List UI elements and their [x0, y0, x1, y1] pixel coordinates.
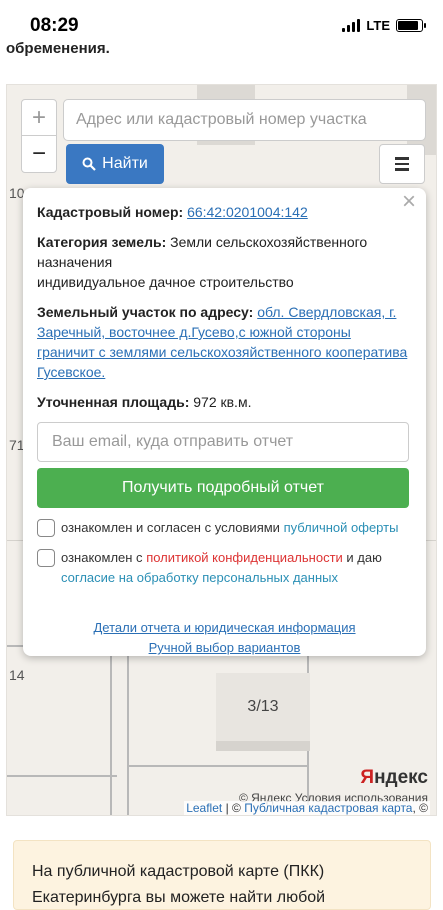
map-attribution: Leaflet | © Публичная кадастровая карта,… — [184, 801, 430, 815]
address-label: Земельный участок по адресу: — [37, 304, 254, 320]
personal-data-consent-link[interactable]: согласие на обработку персональных данны… — [61, 570, 338, 585]
category-label: Категория земель: — [37, 234, 167, 250]
close-icon[interactable]: × — [402, 190, 416, 214]
consent-offer-row: ознакомлен и согласен с условиями публич… — [37, 518, 412, 538]
zoom-in-button[interactable]: + — [22, 100, 56, 136]
consent-privacy-text-b: и даю — [342, 550, 382, 565]
area-row: Уточненная площадь: 972 кв.м. — [37, 392, 412, 412]
email-input[interactable]: Ваш email, куда отправить отчет — [37, 422, 409, 462]
info-line: На публичной кадастровой карте (ПКК) — [32, 863, 325, 880]
category-row: Категория земель: Земли сельскохозяйстве… — [37, 232, 412, 292]
menu-button[interactable] — [379, 144, 425, 184]
consent-offer-text: ознакомлен и согласен с условиями — [61, 520, 284, 535]
yandex-logo[interactable]: Яндекс — [360, 767, 428, 789]
page-top-text: обременения. — [6, 40, 110, 57]
consent-privacy-checkbox[interactable] — [37, 549, 55, 567]
cadastral-map[interactable]: 10 71 14 + − Адрес или кадастровый номер… — [6, 84, 437, 816]
usage-value: индивидуальное дачное строительство — [37, 274, 294, 290]
zoom-control: + − — [21, 99, 57, 173]
leaflet-link[interactable]: Leaflet — [186, 801, 222, 815]
address-row: Земельный участок по адресу: обл. Свердл… — [37, 302, 412, 382]
parcel-popup: × Кадастровый номер: 66:42:0201004:142 К… — [23, 188, 426, 656]
consent-offer-checkbox[interactable] — [37, 519, 55, 537]
map-parcel-label: 14 — [9, 667, 25, 683]
pkk-link[interactable]: Публичная кадастровая карта — [244, 801, 412, 815]
battery-icon — [396, 19, 426, 32]
map-road-line — [7, 775, 117, 777]
zoom-out-button[interactable]: − — [22, 136, 56, 172]
find-button[interactable]: Найти — [66, 144, 164, 184]
map-road-line — [127, 765, 307, 767]
status-time: 08:29 — [30, 15, 79, 36]
info-line: Екатеринбурга вы можете найти любой — [32, 889, 326, 906]
popup-links: Детали отчета и юридическая информация Р… — [37, 618, 412, 658]
network-label: LTE — [366, 18, 390, 33]
search-icon — [82, 157, 96, 171]
manual-selection-link[interactable]: Ручной выбор вариантов — [149, 640, 301, 655]
pager-label: 3/13 — [216, 673, 310, 741]
info-box: На публичной кадастровой карте (ПКК) Ека… — [13, 840, 431, 910]
cadastral-label: Кадастровый номер: — [37, 204, 184, 220]
report-details-link[interactable]: Детали отчета и юридическая информация — [93, 620, 355, 635]
signal-icon — [342, 19, 361, 32]
status-icons: LTE — [342, 18, 426, 33]
find-button-label: Найти — [102, 155, 148, 172]
pager-tile: 3/13 — [216, 673, 310, 751]
cadastral-number-link[interactable]: 66:42:0201004:142 — [187, 204, 308, 220]
area-label: Уточненная площадь: — [37, 394, 190, 410]
get-report-button[interactable]: Получить подробный отчет — [37, 468, 409, 508]
public-offer-link[interactable]: публичной оферты — [284, 520, 399, 535]
hamburger-icon — [395, 157, 409, 160]
consent-privacy-text: ознакомлен с — [61, 550, 147, 565]
consent-privacy-row: ознакомлен с политикой конфиденциальност… — [37, 548, 412, 588]
cadastral-number-row: Кадастровый номер: 66:42:0201004:142 — [37, 202, 412, 222]
privacy-policy-link[interactable]: политикой конфиденциальности — [146, 550, 343, 565]
search-input[interactable]: Адрес или кадастровый номер участка — [63, 99, 426, 141]
area-value: 972 кв.м. — [193, 394, 252, 410]
